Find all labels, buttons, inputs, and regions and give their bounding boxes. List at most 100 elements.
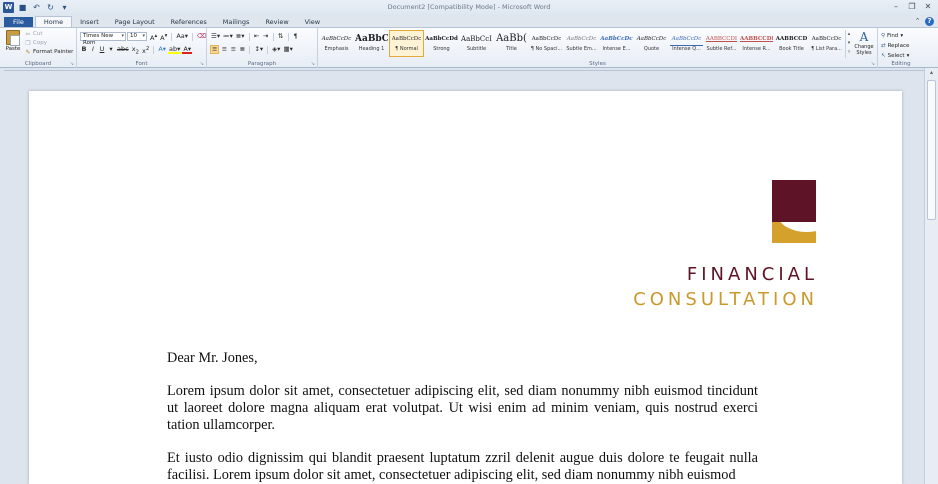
window-title: Document2 [Compatibility Mode] - Microso… [387,3,551,11]
dialog-launcher-icon[interactable]: ↘ [200,61,204,67]
tab-references[interactable]: References [163,17,215,27]
italic-button[interactable]: I [89,45,97,54]
style-subtle-reference[interactable]: AABBCCDI Subtle Ref... [704,30,739,57]
dialog-launcher-icon[interactable]: ↘ [871,61,875,67]
change-styles-button[interactable]: A Change Styles [853,30,875,56]
dialog-launcher-icon[interactable]: ↘ [70,61,74,67]
font-color-icon[interactable]: A▾ [182,45,193,54]
paragraph-1: Lorem ipsum dolor sit amet, consectetuer… [167,383,758,433]
decrease-indent-icon[interactable]: ⇤ [253,32,261,41]
chevron-down-icon: ▾ [142,33,145,39]
brand-name-line1: FINANCIAL [686,264,818,285]
increase-indent-icon[interactable]: ⇥ [262,32,270,41]
text-effects-icon[interactable]: A▾ [157,45,167,54]
subscript-button[interactable]: x2 [131,45,140,55]
tab-home[interactable]: Home [34,16,73,27]
underline-button[interactable]: U [98,45,106,54]
style-emphasis[interactable]: AaBbCcDc Emphasis [319,30,354,57]
tab-file[interactable]: File [4,17,33,27]
shrink-font-button[interactable]: A▾ [159,32,168,42]
dialog-launcher-icon[interactable]: ↘ [311,61,315,67]
style-quote[interactable]: AaBbCcDc Quote [634,30,669,57]
ribbon-tabs: File Home Insert Page Layout References … [0,16,938,27]
style-name: Heading 1 [358,46,385,52]
style-strong[interactable]: AaBbCcDd Strong [424,30,459,57]
document-page[interactable]: FINANCIAL CONSULTATION Dear Mr. Jones, L… [29,91,902,484]
minimize-ribbon-icon[interactable]: ⌃ [913,17,922,26]
strikethrough-button[interactable]: abc [116,45,130,54]
tab-mailings[interactable]: Mailings [215,17,258,27]
style-intense-emphasis[interactable]: AaBbCcDc Intense E... [599,30,634,57]
bold-button[interactable]: B [80,45,88,54]
replace-button[interactable]: ⇄ Replace [881,41,909,51]
minimize-icon[interactable]: – [889,1,903,12]
salutation: Dear Mr. Jones, [167,350,258,366]
paintbrush-icon: ✎ [25,48,31,56]
style-intense-reference[interactable]: AABBCCDI Intense R... [739,30,774,57]
paste-button[interactable]: Paste [3,30,23,58]
tab-review[interactable]: Review [257,17,296,27]
justify-icon[interactable]: ≣ [238,45,246,54]
brand-name-line2: CONSULTATION [633,289,818,310]
ruler [4,70,924,73]
sort-icon[interactable]: ⇅ [277,32,285,41]
restore-icon[interactable]: ❐ [905,1,919,12]
align-center-icon[interactable]: ≡ [220,45,228,54]
align-left-icon[interactable]: ≡ [210,45,220,54]
style-sample: AaBbCcDc [566,36,597,42]
change-case-button[interactable]: Aa▾ [175,32,189,41]
divider [249,45,251,54]
style-heading-1[interactable]: AaBbC Heading 1 [354,30,389,57]
style-subtitle[interactable]: AaBbCcI Subtitle [459,30,494,57]
style-name: Intense E... [602,46,631,52]
ribbon: Paste ✂ Cut ❐ Copy ✎ Format Painter Clipboa… [0,27,938,68]
find-button[interactable]: ⚲ Find ▾ [881,31,909,41]
font-size-input[interactable]: 10 ▾ [127,32,147,41]
style-list-paragraph[interactable]: AaBbCcDc ¶ List Para... [809,30,844,57]
vertical-scrollbar[interactable]: ▴ [924,68,938,484]
scrollbar-thumb[interactable] [927,80,936,220]
numbering-icon[interactable]: ≔▾ [222,32,234,41]
align-right-icon[interactable]: ≡ [229,45,237,54]
highlight-icon[interactable]: ab▾ [168,45,182,54]
gallery-up-icon[interactable]: ▴ [846,30,852,39]
gallery-more-icon[interactable]: ▿ [846,48,852,57]
copy-button[interactable]: ❐ Copy [25,39,73,48]
borders-icon[interactable]: ▦▾ [282,45,293,54]
divider [287,32,289,41]
letter-body[interactable]: Dear Mr. Jones, Lorem ipsum dolor sit am… [167,350,758,484]
style-title[interactable]: AaBb(Title [494,30,529,57]
close-icon[interactable]: ✕ [921,1,935,12]
multilevel-list-icon[interactable]: ≣▾ [235,32,246,41]
style-name: Strong [433,46,450,52]
scroll-up-icon[interactable]: ▴ [925,68,938,78]
style-book-title[interactable]: AABBCCD Book Title [774,30,809,57]
cut-button[interactable]: ✂ Cut [25,30,73,39]
font-name-input[interactable]: Times New Rom ▾ [80,32,126,46]
tab-insert[interactable]: Insert [72,17,107,27]
chevron-down-icon: ▾ [906,53,910,59]
paragraph-group: ☰▾ ≔▾ ≣▾ ⇤ ⇥ ⇅ ¶ ≡ ≡ ≡ ≣ ↕▾ ◈▾ ▦▾ Paragr… [207,28,318,68]
line-spacing-icon[interactable]: ↕▾ [253,45,264,54]
gallery-down-icon[interactable]: ▾ [846,39,852,48]
style-name: ¶ No Spaci... [530,46,563,52]
grow-font-button[interactable]: A▴ [149,32,158,42]
format-painter-button[interactable]: ✎ Format Painter [25,48,73,57]
underline-dropdown-icon[interactable]: ▾ [107,45,115,54]
style-no-spacing[interactable]: AaBbCcDc ¶ No Spaci... [529,30,564,57]
bullets-icon[interactable]: ☰▾ [210,32,221,41]
change-styles-label: Change Styles [854,44,874,56]
style-normal[interactable]: AaBbCcDc ¶ Normal [389,30,424,57]
style-intense-quote[interactable]: AaBbCcDc Intense Q... [669,30,704,57]
select-button[interactable]: ↖ Select ▾ [881,51,909,61]
pilcrow-icon[interactable]: ¶ [292,32,300,41]
tab-page-layout[interactable]: Page Layout [107,17,163,27]
shading-icon[interactable]: ◈▾ [271,45,281,54]
divider [248,32,250,41]
help-icon[interactable]: ? [925,17,934,26]
superscript-button[interactable]: x2 [141,45,150,55]
clear-formatting-icon[interactable]: ⌫ [196,32,207,41]
style-sample: AaBb( [496,33,527,44]
style-subtle-emphasis[interactable]: AaBbCcDc Subtle Em... [564,30,599,57]
tab-view[interactable]: View [297,17,328,27]
